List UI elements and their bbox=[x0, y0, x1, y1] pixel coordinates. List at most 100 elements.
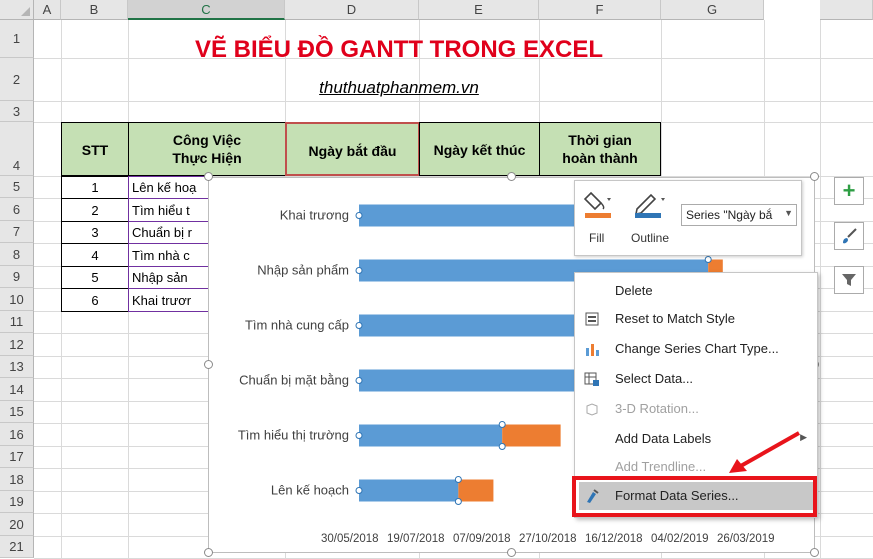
chart-filters-button[interactable] bbox=[834, 266, 864, 294]
menu-item-3-d-rotation[interactable]: 3-D Rotation... bbox=[575, 395, 817, 423]
task-cell[interactable]: Khai trươr bbox=[128, 288, 210, 312]
row-header-21[interactable]: 21 bbox=[0, 536, 34, 558]
highlight-box bbox=[572, 476, 817, 517]
column-header-f[interactable]: F bbox=[539, 0, 661, 20]
task-cell[interactable]: Nhập sản bbox=[128, 266, 210, 289]
row-header-6[interactable]: 6 bbox=[0, 198, 34, 221]
x-tick-label: 30/05/2018 bbox=[321, 533, 379, 545]
menu-item-delete[interactable]: Delete bbox=[575, 277, 817, 305]
task-cell[interactable]: Lên kế hoạ bbox=[128, 176, 210, 199]
task-cell[interactable]: Tìm nhà c bbox=[128, 243, 210, 267]
chart-resize-handle[interactable] bbox=[204, 360, 213, 369]
stt-cell[interactable]: 1 bbox=[61, 176, 129, 199]
chart-resize-handle[interactable] bbox=[507, 172, 516, 181]
row-header-11[interactable]: 11 bbox=[0, 311, 34, 333]
task-cell[interactable]: Tìm hiểu t bbox=[128, 198, 210, 222]
column-header-c[interactable]: C bbox=[128, 0, 285, 20]
chart-resize-handle[interactable] bbox=[204, 172, 213, 181]
column-header-a[interactable]: A bbox=[34, 0, 61, 20]
menu-item-reset-to-match-style[interactable]: Reset to Match Style bbox=[575, 305, 817, 333]
chart-resize-handle[interactable] bbox=[810, 548, 819, 557]
series-selection-handle bbox=[454, 476, 462, 483]
header-start-date[interactable]: Ngày bắt đầu bbox=[285, 122, 420, 176]
fill-button[interactable]: Fill bbox=[583, 187, 627, 247]
bar-series1[interactable] bbox=[359, 479, 459, 502]
header-end-date[interactable]: Ngày kết thúc bbox=[419, 122, 540, 176]
column-header-g[interactable]: G bbox=[661, 0, 764, 20]
column-header-d[interactable]: D bbox=[285, 0, 419, 20]
row-header-7[interactable]: 7 bbox=[0, 221, 34, 243]
row-header-9[interactable]: 9 bbox=[0, 266, 34, 288]
chart-resize-handle[interactable] bbox=[507, 548, 516, 557]
series-selection-handle bbox=[355, 322, 363, 329]
task-cell[interactable]: Chuẩn bị r bbox=[128, 221, 210, 244]
series-selector-dropdown[interactable]: Series "Ngày bắ ▼ bbox=[681, 204, 797, 226]
paint-bucket-icon bbox=[583, 191, 611, 218]
stt-cell[interactable]: 5 bbox=[61, 266, 129, 289]
chart-resize-handle[interactable] bbox=[204, 548, 213, 557]
filter-icon bbox=[842, 274, 856, 286]
menu-item-select-data[interactable]: Select Data... bbox=[575, 365, 817, 393]
chevron-down-icon: ▼ bbox=[784, 208, 793, 218]
chart-type-icon bbox=[584, 341, 600, 357]
header-stt[interactable]: STT bbox=[61, 122, 129, 176]
row-header-13[interactable]: 13 bbox=[0, 356, 34, 378]
gridline bbox=[34, 101, 873, 102]
row-header-20[interactable]: 20 bbox=[0, 513, 34, 536]
header-duration[interactable]: Thời gian hoàn thành bbox=[539, 122, 661, 176]
chart-resize-handle[interactable] bbox=[810, 172, 819, 181]
series-selection-handle bbox=[355, 212, 363, 219]
pen-outline-icon bbox=[634, 193, 665, 218]
row-header-5[interactable]: 5 bbox=[0, 176, 34, 198]
row-header-10[interactable]: 10 bbox=[0, 288, 34, 311]
series-selection-handle bbox=[355, 377, 363, 384]
series-selection-handle bbox=[704, 256, 712, 263]
x-tick-label: 26/03/2019 bbox=[717, 533, 775, 545]
gridline bbox=[820, 20, 821, 558]
column-header-e[interactable]: E bbox=[419, 0, 539, 20]
category-label: Khai trương bbox=[280, 208, 349, 223]
row-header-1[interactable]: 1 bbox=[0, 20, 34, 58]
x-tick-label: 27/10/2018 bbox=[519, 533, 577, 545]
column-header-b[interactable]: B bbox=[61, 0, 128, 20]
row-header-14[interactable]: 14 bbox=[0, 378, 34, 401]
menu-item-label: Add Data Labels bbox=[615, 431, 712, 446]
stt-cell[interactable]: 3 bbox=[61, 221, 129, 244]
row-header-18[interactable]: 18 bbox=[0, 468, 34, 491]
menu-item-label: Reset to Match Style bbox=[615, 311, 735, 326]
bar-series2[interactable] bbox=[458, 479, 494, 502]
row-header-17[interactable]: 17 bbox=[0, 446, 34, 468]
reset-style-icon bbox=[584, 311, 600, 327]
chart-elements-button[interactable]: + bbox=[834, 177, 864, 205]
header-task[interactable]: Công Việc Thực Hiện bbox=[128, 122, 286, 176]
column-header-h[interactable] bbox=[820, 0, 873, 20]
stt-cell[interactable]: 4 bbox=[61, 243, 129, 267]
chart-styles-button[interactable] bbox=[834, 222, 864, 250]
row-header-4[interactable]: 4 bbox=[0, 122, 34, 176]
row-header-16[interactable]: 16 bbox=[0, 423, 34, 446]
row-header-12[interactable]: 12 bbox=[0, 333, 34, 356]
stt-cell[interactable]: 2 bbox=[61, 198, 129, 222]
row-header-2[interactable]: 2 bbox=[0, 58, 34, 101]
bar-series2[interactable] bbox=[502, 424, 561, 447]
row-header-15[interactable]: 15 bbox=[0, 401, 34, 423]
outline-label: Outline bbox=[631, 231, 670, 245]
bar-series1[interactable] bbox=[359, 424, 503, 447]
menu-item-label: 3-D Rotation... bbox=[615, 401, 699, 416]
red-arrow-icon bbox=[729, 431, 800, 473]
series-selection-handle bbox=[355, 267, 363, 274]
stt-cell[interactable]: 6 bbox=[61, 288, 129, 312]
row-header-19[interactable]: 19 bbox=[0, 491, 34, 513]
menu-item-label: Select Data... bbox=[615, 371, 694, 386]
outline-button[interactable]: Outline bbox=[629, 187, 681, 247]
row-header-8[interactable]: 8 bbox=[0, 243, 34, 266]
fill-label: Fill bbox=[589, 231, 605, 245]
select-all-corner[interactable] bbox=[0, 0, 34, 20]
series-selection-handle bbox=[355, 487, 363, 494]
row-header-3[interactable]: 3 bbox=[0, 101, 34, 122]
category-label: Chuẩn bị mặt bằng bbox=[239, 373, 349, 388]
series-selection-handle bbox=[498, 443, 506, 450]
menu-item-change-series-chart-type[interactable]: Change Series Chart Type... bbox=[575, 335, 817, 363]
sheet-subtitle: thuthuatphanmem.vn bbox=[319, 78, 479, 97]
plus-icon: + bbox=[842, 178, 856, 203]
